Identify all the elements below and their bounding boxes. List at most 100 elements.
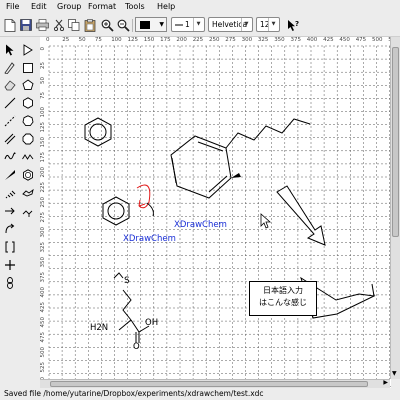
hexagon-icon xyxy=(23,97,33,109)
font-size-select[interactable]: 12 ▼ xyxy=(256,17,280,32)
bond-tool[interactable] xyxy=(3,96,17,110)
hexagon-ring-tool[interactable] xyxy=(21,96,35,110)
amino-acid-tool[interactable] xyxy=(21,204,35,218)
ruler-tick-label: 225 xyxy=(40,182,46,193)
curved-arrow-tool[interactable] xyxy=(3,222,17,236)
amino-acid-icon xyxy=(22,210,33,217)
horizontal-scrollbar[interactable]: ▶ xyxy=(40,379,390,388)
block-arrow-shape[interactable] xyxy=(276,185,326,246)
menu-edit[interactable]: Edit xyxy=(31,2,47,11)
cut-button[interactable] xyxy=(52,18,66,32)
triangle-tool[interactable] xyxy=(21,43,35,57)
new-file-button[interactable] xyxy=(3,18,17,32)
ruler-tick-label: 350 xyxy=(40,257,46,268)
atom-sulfur-label[interactable]: S xyxy=(124,276,130,286)
color-picker[interactable]: ▼ xyxy=(135,17,167,32)
menu-group[interactable]: Group xyxy=(57,2,81,11)
cyclohexane-chair-tool[interactable] xyxy=(21,186,35,200)
print-icon xyxy=(35,19,49,31)
bracket-icon xyxy=(5,241,15,253)
copy-button[interactable] xyxy=(67,18,81,32)
xdrawchem-label-2[interactable]: XDrawChem xyxy=(123,234,176,244)
atom-hydroxyl-label[interactable]: OH xyxy=(145,318,158,328)
wavy-bond-tool[interactable] xyxy=(3,150,17,164)
benzene-molecule-2[interactable] xyxy=(102,196,130,226)
benzene-molecule-1[interactable] xyxy=(84,117,112,147)
font-family-select[interactable]: Helvetica ▼ xyxy=(208,17,253,32)
octagon-ring-tool[interactable] xyxy=(21,132,35,146)
zoom-in-button[interactable] xyxy=(100,18,114,32)
text-icon xyxy=(4,62,15,74)
whats-this-button[interactable]: ? xyxy=(286,18,300,32)
vertical-scroll-thumb[interactable] xyxy=(392,47,399,237)
menu-file[interactable]: File xyxy=(6,2,19,11)
pentagon-icon xyxy=(22,79,34,91)
ruler-tick-label: 250 xyxy=(40,197,46,208)
hash-bond-tool[interactable] xyxy=(3,186,17,200)
print-button[interactable] xyxy=(35,18,49,32)
xdrawchem-label-1[interactable]: XDrawChem xyxy=(174,220,227,230)
drawing-canvas[interactable]: XDrawChem XDrawChem S H2N OH O 日本語入力 はこん… xyxy=(40,37,391,388)
right-arrow-icon xyxy=(5,207,15,215)
alkylbenzene-molecule[interactable] xyxy=(170,118,311,199)
arrow-tool[interactable] xyxy=(3,204,17,218)
scroll-right-icon[interactable]: ▶ xyxy=(383,379,388,386)
atom-oxygen-label[interactable]: O xyxy=(133,342,140,352)
menu-help[interactable]: Help xyxy=(157,2,175,11)
heptagon-icon xyxy=(22,115,34,127)
ruler-tick-label: 75 xyxy=(94,37,102,43)
symbol-tool[interactable] xyxy=(3,258,17,272)
text-tool[interactable] xyxy=(3,61,17,75)
menu-format[interactable]: Format xyxy=(88,2,116,11)
benzene-ring-tool[interactable] xyxy=(21,168,35,182)
ruler-tick-label: 450 xyxy=(40,317,46,328)
save-button[interactable] xyxy=(19,18,33,32)
japanese-text-line-1: 日本語入力 xyxy=(263,286,303,295)
japanese-text-box[interactable]: 日本語入力 はこんな感じ xyxy=(249,281,317,316)
atom-amine-label[interactable]: H2N xyxy=(90,323,108,333)
wedge-bond-tool[interactable] xyxy=(3,168,17,182)
menu-tools[interactable]: Tools xyxy=(125,2,145,11)
dashed-bond-tool[interactable] xyxy=(3,114,17,128)
chain-tool[interactable] xyxy=(21,150,35,164)
ruler-tick-label: 300 xyxy=(241,37,253,43)
select-tool[interactable] xyxy=(3,43,17,57)
bracket-tool[interactable] xyxy=(3,240,17,254)
scroll-down-icon[interactable]: ▼ xyxy=(392,370,397,377)
ruler-tick-label: 475 xyxy=(40,332,46,343)
orbital-tool[interactable] xyxy=(3,276,17,290)
methionine-molecule[interactable] xyxy=(113,272,150,343)
eraser-icon xyxy=(4,80,16,91)
horizontal-scroll-thumb[interactable] xyxy=(50,381,368,387)
ruler-tick-label: 525 xyxy=(40,362,46,373)
ruler-tick-label: 0 xyxy=(46,37,50,43)
vertical-scrollbar[interactable]: ▼ xyxy=(390,37,400,379)
double-bond-tool[interactable] xyxy=(3,132,17,146)
ruler-tick-label: 400 xyxy=(306,37,318,43)
ruler-tick-label: 475 xyxy=(355,37,367,43)
double-line-icon xyxy=(4,133,16,145)
molecule-drawings xyxy=(84,117,376,343)
ruler-tick-label: 275 xyxy=(225,37,236,43)
vertical-ruler: 0 25 50 75 100 125 150 175 200 225 250 275 300 325 350… xyxy=(40,45,48,387)
curved-arrow-annotation[interactable] xyxy=(136,184,154,217)
ruler-tick-label: 425 xyxy=(40,302,46,313)
whats-this-icon: ? xyxy=(287,19,299,31)
curved-arrow-icon xyxy=(5,223,15,234)
ruler-tick-label: 375 xyxy=(290,37,302,43)
ruler-tick-label: 200 xyxy=(40,167,46,178)
save-icon xyxy=(20,19,32,31)
line-width-select[interactable]: 1 ▼ xyxy=(171,17,205,32)
zoom-in-icon xyxy=(101,19,114,32)
eraser-tool[interactable] xyxy=(3,78,17,92)
new-file-icon xyxy=(4,18,16,32)
paste-button[interactable] xyxy=(83,18,97,32)
zoom-out-button[interactable] xyxy=(116,18,130,32)
ruler-tick-label: 175 xyxy=(40,152,46,163)
ruler-tick-label: 425 xyxy=(323,37,334,43)
heptagon-ring-tool[interactable] xyxy=(21,114,35,128)
square-ring-tool[interactable] xyxy=(21,61,35,75)
pentagon-ring-tool[interactable] xyxy=(21,78,35,92)
menu-bar: File Edit Group Format Tools Help xyxy=(0,0,400,16)
japanese-text-line-2: はこんな感じ xyxy=(259,298,307,307)
